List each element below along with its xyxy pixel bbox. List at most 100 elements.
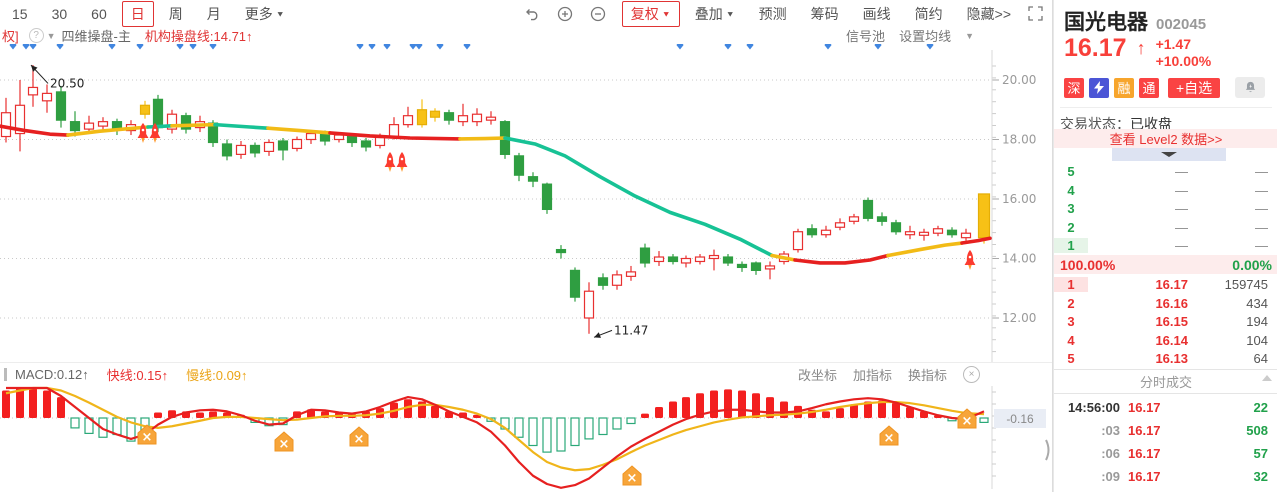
- zoom-out-icon[interactable]: [590, 5, 607, 22]
- tool-button-4[interactable]: 画线: [854, 1, 900, 27]
- svg-text:14.00: 14.00: [1002, 252, 1036, 266]
- tool-button-2[interactable]: 预测: [750, 1, 796, 27]
- ask-level: 5: [1067, 164, 1075, 179]
- tag-margin: 融: [1114, 77, 1134, 98]
- alert-bell-icon[interactable]: [1235, 77, 1266, 98]
- tag-shenzhen: 深: [1064, 77, 1084, 98]
- bid-volume: 194: [1246, 314, 1268, 330]
- trade-row[interactable]: :09 16.17 32: [1054, 465, 1277, 488]
- tool-button-6[interactable]: 隐藏>>: [958, 1, 1020, 27]
- ask-row[interactable]: 4 — —: [1054, 181, 1277, 200]
- toolbar-icon-group: [524, 5, 607, 22]
- bid-row[interactable]: 1 16.17 159745: [1054, 275, 1277, 294]
- period-button-30[interactable]: 30: [43, 3, 77, 25]
- institution-line-layer: [0, 122, 992, 265]
- trade-volume: 22: [1253, 400, 1268, 415]
- tool-button-0[interactable]: 复权 ▼: [621, 0, 680, 27]
- chevron-down-icon: ▼: [661, 9, 671, 18]
- ask-volume: —: [1255, 201, 1268, 217]
- ask-volume: —: [1255, 219, 1268, 235]
- trade-row[interactable]: 14:56:00 16.17 22: [1054, 396, 1277, 419]
- macd-axis-value: -0.16: [994, 409, 1046, 428]
- period-button-15[interactable]: 15: [3, 3, 37, 25]
- trade-price: 16.17: [1128, 400, 1161, 415]
- chevron-down-icon[interactable]: ▼: [965, 31, 974, 41]
- svg-text:×: ×: [962, 414, 973, 429]
- tool-label: 简约: [914, 5, 943, 22]
- ask-row[interactable]: 1 — —: [1054, 236, 1277, 255]
- bid-level: 2: [1067, 295, 1075, 311]
- period-button-group: 15 30 60 日周月更多 ▼: [0, 0, 297, 27]
- svg-text:×: ×: [142, 430, 153, 445]
- macd-value: MACD:0.12↑: [15, 367, 89, 382]
- add-indicator-button[interactable]: 加指标: [853, 365, 892, 384]
- chart-legend-row: 权] ? ▼ 四维操盘-主 机构操盘线:14.71↑ 信号池 设置均线 ▼: [0, 27, 1052, 44]
- fullscreen-icon[interactable]: [1027, 5, 1044, 22]
- bid-row[interactable]: 3 16.15 194: [1054, 312, 1277, 331]
- period-button-更多[interactable]: 更多 ▼: [236, 1, 294, 27]
- collapse-handle[interactable]: [1112, 148, 1226, 161]
- trade-row[interactable]: :06 16.17 57: [1054, 442, 1277, 465]
- candles-layer: [0, 65, 991, 334]
- period-button-月[interactable]: 月: [198, 1, 230, 27]
- ma-settings-button[interactable]: 设置均线: [899, 26, 951, 45]
- level2-link[interactable]: 查看 Level2 数据>>: [1054, 129, 1277, 148]
- period-button-60[interactable]: 60: [82, 3, 116, 25]
- zoom-in-icon[interactable]: [557, 5, 574, 22]
- svg-text:12.00: 12.00: [1002, 311, 1036, 325]
- bid-row[interactable]: 4 16.14 104: [1054, 331, 1277, 350]
- trade-time: :03: [1101, 423, 1120, 438]
- sell-ratio: 0.00%: [1232, 256, 1272, 273]
- period-button-日[interactable]: 日: [121, 0, 154, 27]
- ask-price: —: [1175, 182, 1188, 198]
- tag-connect: 通: [1139, 77, 1159, 98]
- macd-fast-value: 快线:0.15↑: [106, 368, 169, 383]
- last-price: 16.17: [1064, 34, 1127, 62]
- bid-row[interactable]: 5 16.13 64: [1054, 349, 1277, 368]
- main-chart-canvas[interactable]: 20.0018.0016.0014.0012.0020.5011.47× × ×××…: [0, 0, 1052, 492]
- signal-pool-button[interactable]: 信号池: [846, 26, 885, 45]
- flash-quote-icon: [1089, 77, 1109, 98]
- switch-indicator-button[interactable]: 换指标: [908, 365, 947, 384]
- tool-button-3[interactable]: 筹码: [802, 1, 848, 27]
- bid-row[interactable]: 2 16.16 434: [1054, 294, 1277, 313]
- stock-code: 002045: [1156, 16, 1207, 33]
- ask-row[interactable]: 5 — —: [1054, 162, 1277, 181]
- ask-row[interactable]: 3 — —: [1054, 199, 1277, 218]
- tool-label: 画线: [862, 5, 891, 22]
- period-button-周[interactable]: 周: [160, 1, 192, 27]
- stock-app-window: 20.00 18.00 16.00 14.00 12.00 20.50 11.47 × × × × ×…: [0, 0, 1277, 492]
- ask-level: 1: [1054, 238, 1088, 254]
- ask-level: 2: [1067, 219, 1075, 235]
- price-up-arrow-icon: ↑: [1136, 38, 1146, 58]
- period-label: 周: [168, 5, 183, 22]
- undo-icon[interactable]: [524, 5, 541, 22]
- chevron-down-icon: ▼: [725, 9, 735, 18]
- bid-volume: 434: [1246, 295, 1268, 311]
- ask-volume: —: [1255, 164, 1268, 179]
- ask-price: —: [1175, 164, 1188, 179]
- rocket-signals-layer: [137, 123, 976, 270]
- trade-time: :06: [1101, 446, 1120, 461]
- indicator-dropdown[interactable]: 四维操盘-主: [62, 26, 131, 45]
- trade-volume: 508: [1246, 423, 1268, 438]
- scroll-up-icon[interactable]: [1262, 375, 1272, 381]
- change-axis-button[interactable]: 改坐标: [798, 365, 837, 384]
- trade-row[interactable]: :03 16.17 508: [1054, 419, 1277, 442]
- indicator-handle-icon[interactable]: [4, 368, 7, 381]
- trade-volume: 57: [1253, 446, 1268, 461]
- ask-row[interactable]: 2 — —: [1054, 218, 1277, 237]
- chevron-down-icon[interactable]: ▼: [47, 31, 56, 41]
- ask-volume: —: [1255, 238, 1268, 254]
- help-icon[interactable]: ?: [28, 28, 44, 43]
- close-indicator-icon[interactable]: ×: [963, 366, 980, 383]
- tool-button-5[interactable]: 简约: [906, 1, 952, 27]
- tool-button-1[interactable]: 叠加 ▼: [686, 1, 744, 27]
- trade-time: :09: [1101, 469, 1120, 484]
- ask-level: 4: [1067, 182, 1075, 198]
- chart-area: 20.00 18.00 16.00 14.00 12.00 20.50 11.47 × × × × ×…: [0, 0, 1053, 492]
- add-watchlist-button[interactable]: +自选: [1168, 77, 1221, 98]
- bid-volume: 104: [1246, 332, 1268, 348]
- ask-price: —: [1175, 201, 1188, 217]
- svg-text:20.00: 20.00: [1002, 73, 1036, 87]
